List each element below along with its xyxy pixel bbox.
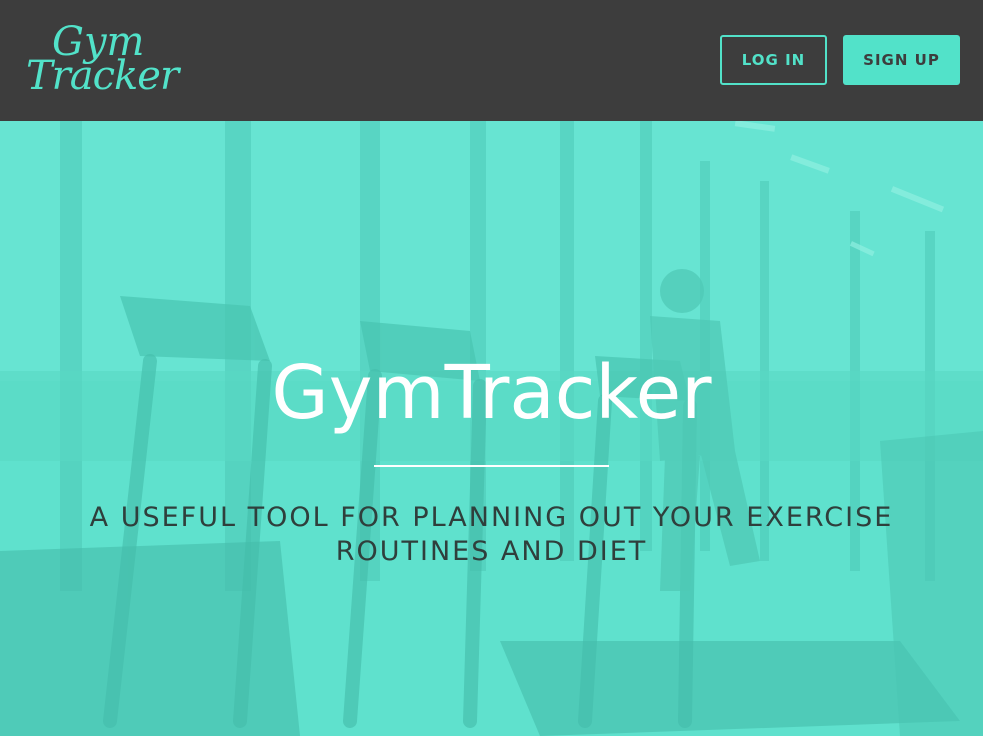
- hero-section: GymTracker A USEFUL TOOL FOR PLANNING OU…: [0, 121, 983, 736]
- logo-line-2: Tracker: [26, 53, 179, 99]
- hero-title: GymTracker: [271, 350, 712, 436]
- landing-page: Gym Tracker LOG IN SIGN UP GymTracker A …: [0, 0, 983, 736]
- title-divider: [374, 465, 609, 467]
- login-button[interactable]: LOG IN: [720, 35, 827, 85]
- hero-subtitle: A USEFUL TOOL FOR PLANNING OUT YOUR EXER…: [89, 502, 894, 567]
- signup-button[interactable]: SIGN UP: [843, 35, 960, 85]
- top-navigation-bar: Gym Tracker LOG IN SIGN UP: [0, 0, 983, 121]
- gymtracker-logo[interactable]: Gym Tracker: [26, 20, 179, 100]
